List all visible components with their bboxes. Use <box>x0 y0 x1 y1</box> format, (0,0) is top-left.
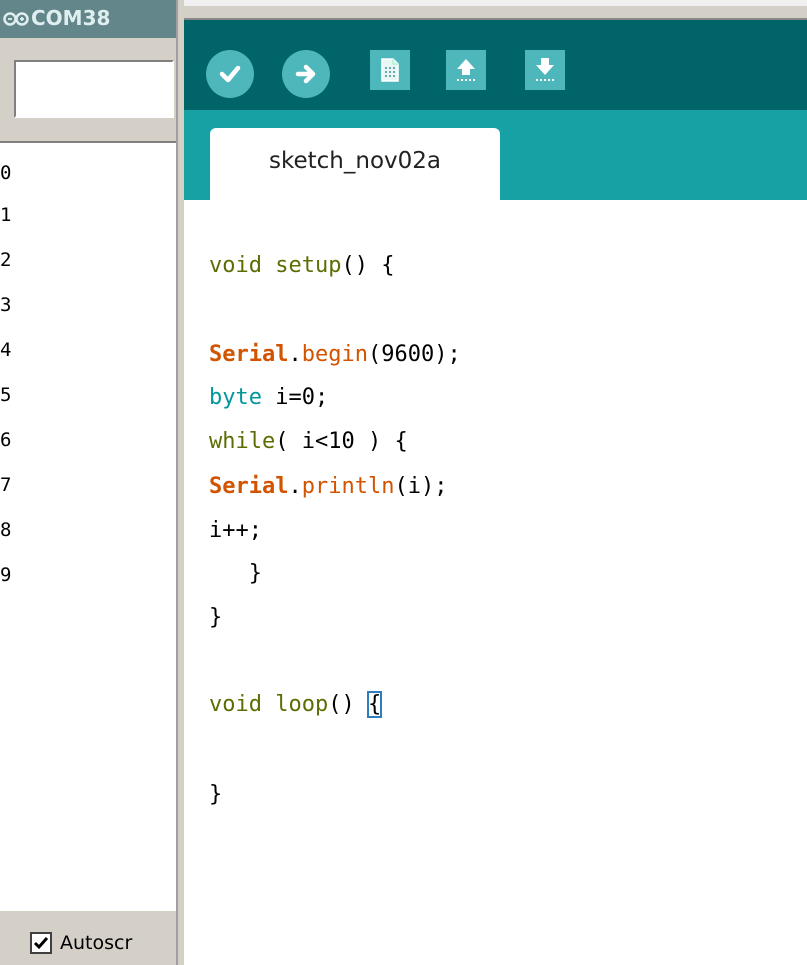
code-line: void loop() { <box>209 691 383 718</box>
serial-send-input[interactable] <box>14 60 174 118</box>
matching-brace-highlight: { <box>366 691 383 718</box>
open-sketch-button[interactable] <box>446 50 486 90</box>
serial-output-area[interactable]: 0 1 2 3 4 5 6 7 8 9 <box>0 141 176 911</box>
window-top-border <box>184 0 807 18</box>
check-icon <box>219 65 241 83</box>
serial-monitor-titlebar: COM38 <box>0 0 176 38</box>
code-line: } <box>209 605 223 630</box>
tab-label: sketch_nov02a <box>269 148 441 174</box>
code-line: } <box>209 782 223 807</box>
code-line: } <box>209 561 262 586</box>
autoscroll-label: Autoscr <box>60 932 133 954</box>
serial-output-line: 9 <box>0 564 12 586</box>
serial-output-line: 2 <box>0 249 12 271</box>
code-line: Serial.println(i); <box>209 474 448 499</box>
arrow-right-icon <box>295 64 316 84</box>
upload-button[interactable] <box>282 50 330 98</box>
serial-output-line: 7 <box>0 474 12 496</box>
serial-output-line: 8 <box>0 519 12 541</box>
autoscroll-checkbox[interactable] <box>30 932 52 954</box>
code-line: byte i=0; <box>209 385 329 410</box>
code-line: void setup() { <box>209 253 395 278</box>
serial-output-line: 4 <box>0 339 12 361</box>
verify-button[interactable] <box>206 50 254 98</box>
code-line: while( i<10 ) { <box>209 429 408 454</box>
save-sketch-button[interactable] <box>525 50 565 90</box>
serial-output-line: 5 <box>0 384 12 406</box>
checkmark-icon <box>33 937 49 950</box>
code-line: Serial.begin(9600); <box>209 342 461 367</box>
tab-sketch[interactable]: sketch_nov02a <box>210 128 500 200</box>
arduino-logo-icon <box>3 12 29 26</box>
ide-window: sketch_nov02a void setup() { Serial.begi… <box>184 0 807 965</box>
window-border <box>176 0 184 965</box>
serial-port-title: COM38 <box>31 6 111 30</box>
serial-monitor-window: COM38 0 1 2 3 4 5 6 7 8 9 Autoscr <box>0 0 184 965</box>
arrow-down-icon <box>536 58 554 81</box>
serial-output-line: 1 <box>0 204 12 226</box>
serial-output-line: 3 <box>0 294 12 316</box>
tab-bar: sketch_nov02a <box>184 110 807 200</box>
new-sketch-button[interactable] <box>370 50 410 90</box>
autoscroll-option[interactable]: Autoscr <box>30 926 132 960</box>
toolbar <box>184 18 807 110</box>
serial-output-line: 6 <box>0 429 12 451</box>
code-editor[interactable]: void setup() { Serial.begin(9600); byte … <box>184 200 807 965</box>
serial-output-line: 0 <box>0 162 12 184</box>
arrow-up-icon <box>457 59 475 81</box>
code-line: i++; <box>209 518 262 543</box>
document-icon <box>381 58 399 82</box>
